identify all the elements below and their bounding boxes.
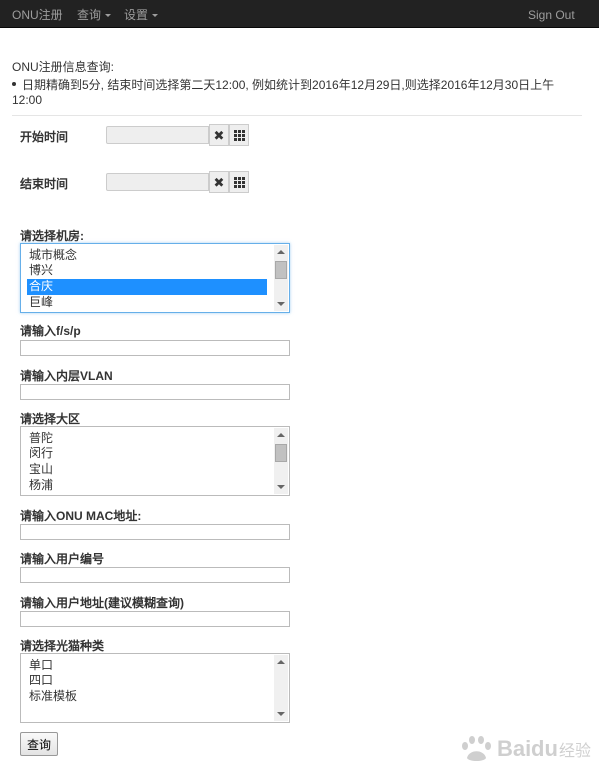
modem-select[interactable]: 单口 四口 标准模板 xyxy=(20,653,290,723)
user-no-label: 请输入用户编号 xyxy=(20,552,105,566)
close-icon: ✖ xyxy=(213,174,225,190)
room-option-selected[interactable]: 合庆 xyxy=(27,279,267,295)
watermark-text-suffix: du xyxy=(531,736,558,761)
end-time-calendar-button[interactable] xyxy=(229,171,249,193)
room-select[interactable]: 城市概念 博兴 合庆 巨峰 xyxy=(20,243,290,313)
scroll-thumb[interactable] xyxy=(275,444,287,462)
nav-menu-settings-label: 设置 xyxy=(124,8,149,22)
start-time-clear-button[interactable]: ✖ xyxy=(209,124,229,146)
date-hint-text: 日期精确到5分, 结束时间选择第二天12:00, 例如统计到2016年12月29… xyxy=(12,78,555,107)
watermark-text-cn: 经验 xyxy=(559,741,591,760)
region-option[interactable]: 闵行 xyxy=(27,446,267,462)
nav-menu-query[interactable]: 查询 xyxy=(77,8,112,22)
start-time-calendar-button[interactable] xyxy=(229,124,249,146)
baidu-watermark: Bai du 经验 xyxy=(455,718,595,771)
scroll-down-icon[interactable] xyxy=(277,712,285,716)
region-option[interactable]: 宝山 xyxy=(27,462,267,478)
room-option[interactable]: 城市概念 xyxy=(27,248,267,264)
region-select[interactable]: 普陀 闵行 宝山 杨浦 xyxy=(20,426,290,496)
watermark-text-latin: Bai xyxy=(497,736,531,761)
modem-option[interactable]: 标准模板 xyxy=(27,689,267,705)
close-icon: ✖ xyxy=(213,127,225,143)
bullet-icon xyxy=(12,81,16,86)
room-option[interactable]: 巨峰 xyxy=(27,295,267,311)
user-no-input[interactable] xyxy=(20,567,290,583)
address-label: 请输入用户地址(建议模糊查询) xyxy=(20,596,184,610)
baidu-logo-icon: Bai du 经验 xyxy=(462,736,591,761)
scroll-up-icon[interactable] xyxy=(277,433,285,437)
calendar-grid-icon xyxy=(233,129,245,141)
end-time-input[interactable] xyxy=(106,173,209,191)
caret-down-icon xyxy=(105,14,112,18)
region-option[interactable]: 普陀 xyxy=(27,431,267,447)
date-hint: 日期精确到5分, 结束时间选择第二天12:00, 例如统计到2016年12月29… xyxy=(12,78,572,108)
start-time-input[interactable] xyxy=(106,126,209,144)
region-label: 请选择大区 xyxy=(20,412,81,426)
fsp-label: 请输入f/s/p xyxy=(20,324,81,338)
mac-label: 请输入ONU MAC地址: xyxy=(20,509,142,523)
modem-option[interactable]: 四口 xyxy=(27,673,267,689)
mac-input[interactable] xyxy=(20,524,290,540)
caret-down-icon xyxy=(152,14,159,18)
room-scrollbar[interactable] xyxy=(274,245,288,311)
scroll-up-icon[interactable] xyxy=(277,250,285,254)
start-time-label: 开始时间 xyxy=(20,130,69,144)
vlan-input[interactable] xyxy=(20,384,290,400)
region-scrollbar[interactable] xyxy=(274,428,288,494)
address-input[interactable] xyxy=(20,611,290,627)
page-title: ONU注册信息查询: xyxy=(12,60,115,74)
sign-out-link[interactable]: Sign Out xyxy=(528,8,575,22)
nav-brand-link[interactable]: ONU注册 xyxy=(12,8,63,22)
modem-scrollbar[interactable] xyxy=(274,655,288,721)
top-navbar: ONU注册 查询 设置 Sign Out xyxy=(0,0,599,28)
end-time-clear-button[interactable]: ✖ xyxy=(209,171,229,193)
nav-menu-settings[interactable]: 设置 xyxy=(124,8,159,22)
modem-option[interactable]: 单口 xyxy=(27,658,267,674)
calendar-grid-icon xyxy=(233,176,245,188)
end-time-label: 结束时间 xyxy=(20,177,69,191)
room-label: 请选择机房: xyxy=(20,229,84,243)
scroll-thumb[interactable] xyxy=(275,261,287,279)
scroll-down-icon[interactable] xyxy=(277,302,285,306)
scroll-up-icon[interactable] xyxy=(277,660,285,664)
fsp-input[interactable] xyxy=(20,340,290,356)
modem-label: 请选择光猫种类 xyxy=(20,639,105,653)
vlan-label: 请输入内层VLAN xyxy=(20,369,113,383)
query-button[interactable]: 查询 xyxy=(20,732,58,756)
divider xyxy=(12,115,582,116)
nav-menu-query-label: 查询 xyxy=(77,8,102,22)
room-option[interactable]: 博兴 xyxy=(27,263,267,279)
scroll-down-icon[interactable] xyxy=(277,485,285,489)
region-option[interactable]: 杨浦 xyxy=(27,478,267,494)
